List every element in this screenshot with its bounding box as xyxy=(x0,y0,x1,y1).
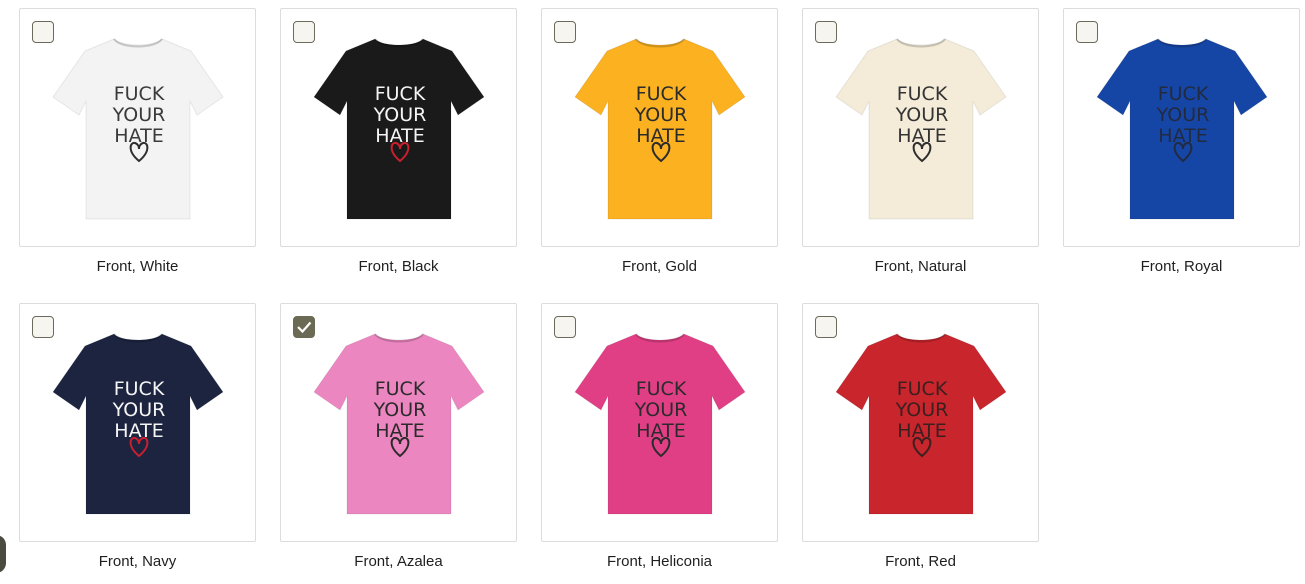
print-text-line: YOUR xyxy=(634,399,688,421)
tshirt-graphic: FUCKYOURHATE xyxy=(52,333,224,515)
tshirt-graphic: FUCKYOURHATE xyxy=(313,333,485,515)
mockup-tile[interactable]: FUCK YOUR HATE xyxy=(541,8,778,247)
print-text-line: YOUR xyxy=(1156,104,1210,126)
print-text-line: HATE xyxy=(1158,125,1207,147)
print-text-line: FUCK xyxy=(636,378,687,400)
tshirt-graphic: FUCKYOURHATE xyxy=(52,38,224,220)
tshirt-image: FUCK YOUR HATE xyxy=(834,332,1008,516)
print-text-line: HATE xyxy=(636,420,685,442)
mockup-card[interactable]: FUCK YOUR HATE Front, Red xyxy=(802,303,1039,571)
mockup-card[interactable]: FUCK YOUR HATE Front, Azalea xyxy=(280,303,517,571)
tshirt-graphic: FUCKYOURHATE xyxy=(835,333,1007,515)
mockup-caption: Front, Heliconia xyxy=(606,553,713,570)
mockup-card[interactable]: FUCK YOUR HATE Front, Natural xyxy=(802,8,1039,276)
mockup-caption: Front, Natural xyxy=(874,258,967,275)
print-text-line: HATE xyxy=(636,125,685,147)
print-text-line: FUCK xyxy=(1158,83,1209,105)
print-text-line: FUCK xyxy=(636,83,687,105)
print-text-line: YOUR xyxy=(634,104,688,126)
mockup-card[interactable]: FUCK YOUR HATE Front, Heliconia xyxy=(541,303,778,571)
mockup-tile[interactable]: FUCK YOUR HATE xyxy=(19,303,256,542)
mockup-caption: Front, White xyxy=(96,258,179,275)
mockup-card[interactable]: FUCK YOUR HATE Front, White xyxy=(19,8,256,276)
print-text-line: YOUR xyxy=(373,399,427,421)
tshirt-graphic: FUCKYOURHATE xyxy=(835,38,1007,220)
mockup-tile[interactable]: FUCK YOUR HATE xyxy=(280,303,517,542)
tshirt-image: FUCK YOUR HATE xyxy=(1095,37,1269,221)
tshirt-image: FUCK YOUR HATE xyxy=(312,332,486,516)
print-text-line: FUCK xyxy=(375,378,426,400)
tshirt-graphic: FUCKYOURHATE xyxy=(313,38,485,220)
print-text-line: YOUR xyxy=(112,104,166,126)
mockup-caption: Front, Azalea xyxy=(354,553,443,570)
mockup-caption: Front, Red xyxy=(885,553,956,570)
mockup-card[interactable]: FUCK YOUR HATE Front, Gold xyxy=(541,8,778,276)
tshirt-graphic: FUCKYOURHATE xyxy=(574,38,746,220)
print-text-line: YOUR xyxy=(112,399,166,421)
print-text-line: FUCK xyxy=(375,83,426,105)
mockup-tile[interactable]: FUCK YOUR HATE xyxy=(541,303,778,542)
tshirt-graphic: FUCKYOURHATE xyxy=(574,333,746,515)
print-text-line: HATE xyxy=(375,420,424,442)
mockup-caption: Front, Royal xyxy=(1140,258,1223,275)
tshirt-image: FUCK YOUR HATE xyxy=(573,37,747,221)
mockup-caption: Front, Black xyxy=(358,258,439,275)
print-text-line: HATE xyxy=(897,420,946,442)
print-text-line: HATE xyxy=(114,125,163,147)
print-text-line: HATE xyxy=(897,125,946,147)
mockup-caption: Front, Gold xyxy=(621,258,698,275)
print-text-line: FUCK xyxy=(897,83,948,105)
mockup-tile[interactable]: FUCK YOUR HATE xyxy=(19,8,256,247)
mockup-caption: Front, Navy xyxy=(98,553,177,570)
mockup-card[interactable]: FUCK YOUR HATE Front, Navy xyxy=(19,303,256,571)
mockup-tile[interactable]: FUCK YOUR HATE xyxy=(1063,8,1300,247)
print-text-line: HATE xyxy=(114,420,163,442)
mockup-tile[interactable]: FUCK YOUR HATE xyxy=(802,303,1039,542)
mockup-card[interactable]: FUCK YOUR HATE Front, Black xyxy=(280,8,517,276)
mockup-tile[interactable]: FUCK YOUR HATE xyxy=(802,8,1039,247)
print-text-line: YOUR xyxy=(895,399,949,421)
tshirt-image: FUCK YOUR HATE xyxy=(51,332,225,516)
mockup-card[interactable]: FUCK YOUR HATE Front, Royal xyxy=(1063,8,1300,276)
mockup-tile[interactable]: FUCK YOUR HATE xyxy=(280,8,517,247)
print-text-line: HATE xyxy=(375,125,424,147)
print-text-line: YOUR xyxy=(373,104,427,126)
tshirt-image: FUCK YOUR HATE xyxy=(834,37,1008,221)
tshirt-image: FUCK YOUR HATE xyxy=(573,332,747,516)
floating-action-button[interactable] xyxy=(0,535,6,573)
tshirt-graphic: FUCKYOURHATE xyxy=(1096,38,1268,220)
tshirt-image: FUCK YOUR HATE xyxy=(312,37,486,221)
print-text-line: FUCK xyxy=(114,83,165,105)
print-text-line: FUCK xyxy=(897,378,948,400)
tshirt-image: FUCK YOUR HATE xyxy=(51,37,225,221)
print-text-line: FUCK xyxy=(114,378,165,400)
print-text-line: YOUR xyxy=(895,104,949,126)
